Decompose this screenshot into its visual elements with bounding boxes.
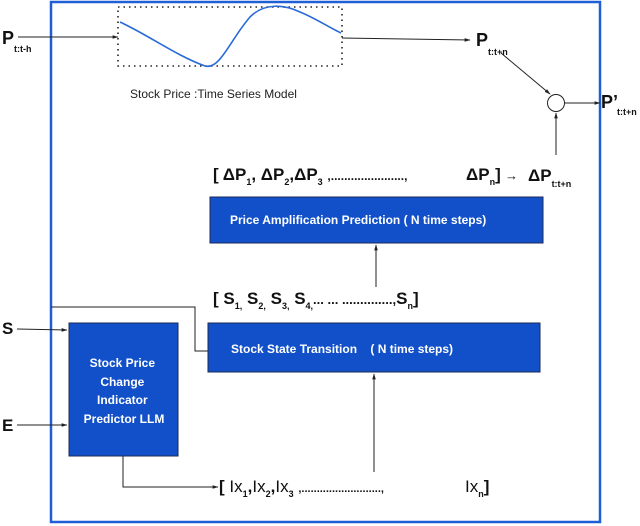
indicator-last: Ixn]	[465, 477, 489, 499]
price-history-label: Pt:t-h	[2, 28, 32, 54]
price-forecast-main: P	[476, 30, 488, 50]
delta-p-sequence: [ ΔP1, ΔP2,ΔP3 ,......................,	[213, 165, 407, 189]
delta-p-3-sub: 3	[318, 177, 323, 187]
state-1-sub: 1,	[235, 301, 243, 311]
e-input-label: E	[2, 416, 13, 435]
bracket-open: [	[213, 289, 219, 308]
state-3: S	[271, 289, 282, 308]
state-1: S	[223, 289, 234, 308]
delta-total-main: ΔP	[528, 166, 552, 185]
llm-box	[68, 322, 179, 457]
s-input-label: S	[2, 319, 13, 338]
price-history-main: P	[2, 28, 14, 48]
state-2: S	[247, 289, 258, 308]
state-4: S	[294, 289, 305, 308]
llm-label-line-3: Indicator	[97, 393, 148, 407]
price-amplification-label: Price Amplification Prediction ( N time …	[230, 213, 486, 227]
ellipsis: ,......................,	[327, 169, 407, 183]
bracket-close: ]	[484, 477, 490, 496]
state-3-sub: 3,	[282, 301, 290, 311]
indicators-sequence: [ Ix1,Ix2,Ix3 ,.........................…	[219, 477, 384, 501]
delta-total-label: ΔPt:t+n	[528, 166, 571, 189]
bracket-close: ]	[495, 165, 501, 184]
price-forecast-sub: t:t+n	[488, 47, 508, 57]
state-transition-label: Stock State Transition ( N time steps)	[231, 342, 453, 356]
final-forecast-main: P’	[601, 92, 618, 112]
delta-p-3: ΔP	[294, 165, 318, 184]
delta-p-n: ΔP	[466, 165, 490, 184]
llm-label-line-4: Predictor LLM	[84, 412, 165, 426]
indicator-3-sub: 3	[289, 489, 294, 499]
architecture-diagram: Stock Price :Time Series Model Pt:t-h Pt…	[2, 0, 637, 524]
states-sequence: [ S1, S2, S3, S4,... ... ..............,…	[213, 289, 419, 311]
indicator-2: Ix	[252, 477, 266, 496]
delta-p-last: ΔPn]	[466, 165, 501, 187]
delta-p-2: ΔP	[261, 165, 285, 184]
indicator-n: Ix	[465, 477, 479, 496]
final-forecast-sub: t:t+n	[617, 107, 637, 117]
ellipsis: ... ... ..............,	[313, 292, 396, 307]
state-2-sub: 2,	[258, 301, 266, 311]
time-series-caption: Stock Price :Time Series Model	[130, 87, 297, 101]
price-forecast-label: Pt:t+n	[476, 30, 508, 57]
llm-label-line-2: Change	[100, 375, 144, 389]
arrow-model-to-forecast	[341, 37, 471, 42]
final-forecast-label: P’	[601, 92, 618, 112]
comma: ,	[251, 165, 260, 184]
bracket-close: ]	[413, 289, 419, 308]
bracket-open: [	[213, 165, 219, 184]
ellipsis: ,..........................,	[298, 483, 384, 495]
time-series-curve	[119, 5, 342, 67]
delta-p-1: ΔP	[223, 165, 247, 184]
connector-llm-to-indicators	[122, 456, 219, 489]
indicator-1: Ix	[229, 477, 243, 496]
combiner-node	[547, 94, 565, 112]
state-n: S	[396, 289, 407, 308]
arrow-forecast-to-combiner	[500, 52, 551, 95]
delta-arrow: →	[505, 168, 518, 183]
indicator-3: Ix	[275, 477, 289, 496]
bracket-open: [	[219, 477, 225, 496]
price-history-sub: t:t-h	[14, 44, 32, 54]
llm-label-line-1: Stock Price	[90, 356, 156, 370]
arrow-s-to-llm	[16, 328, 68, 332]
delta-total-sub: t:t+n	[552, 179, 572, 189]
state-4-sub: 4,	[306, 301, 314, 311]
